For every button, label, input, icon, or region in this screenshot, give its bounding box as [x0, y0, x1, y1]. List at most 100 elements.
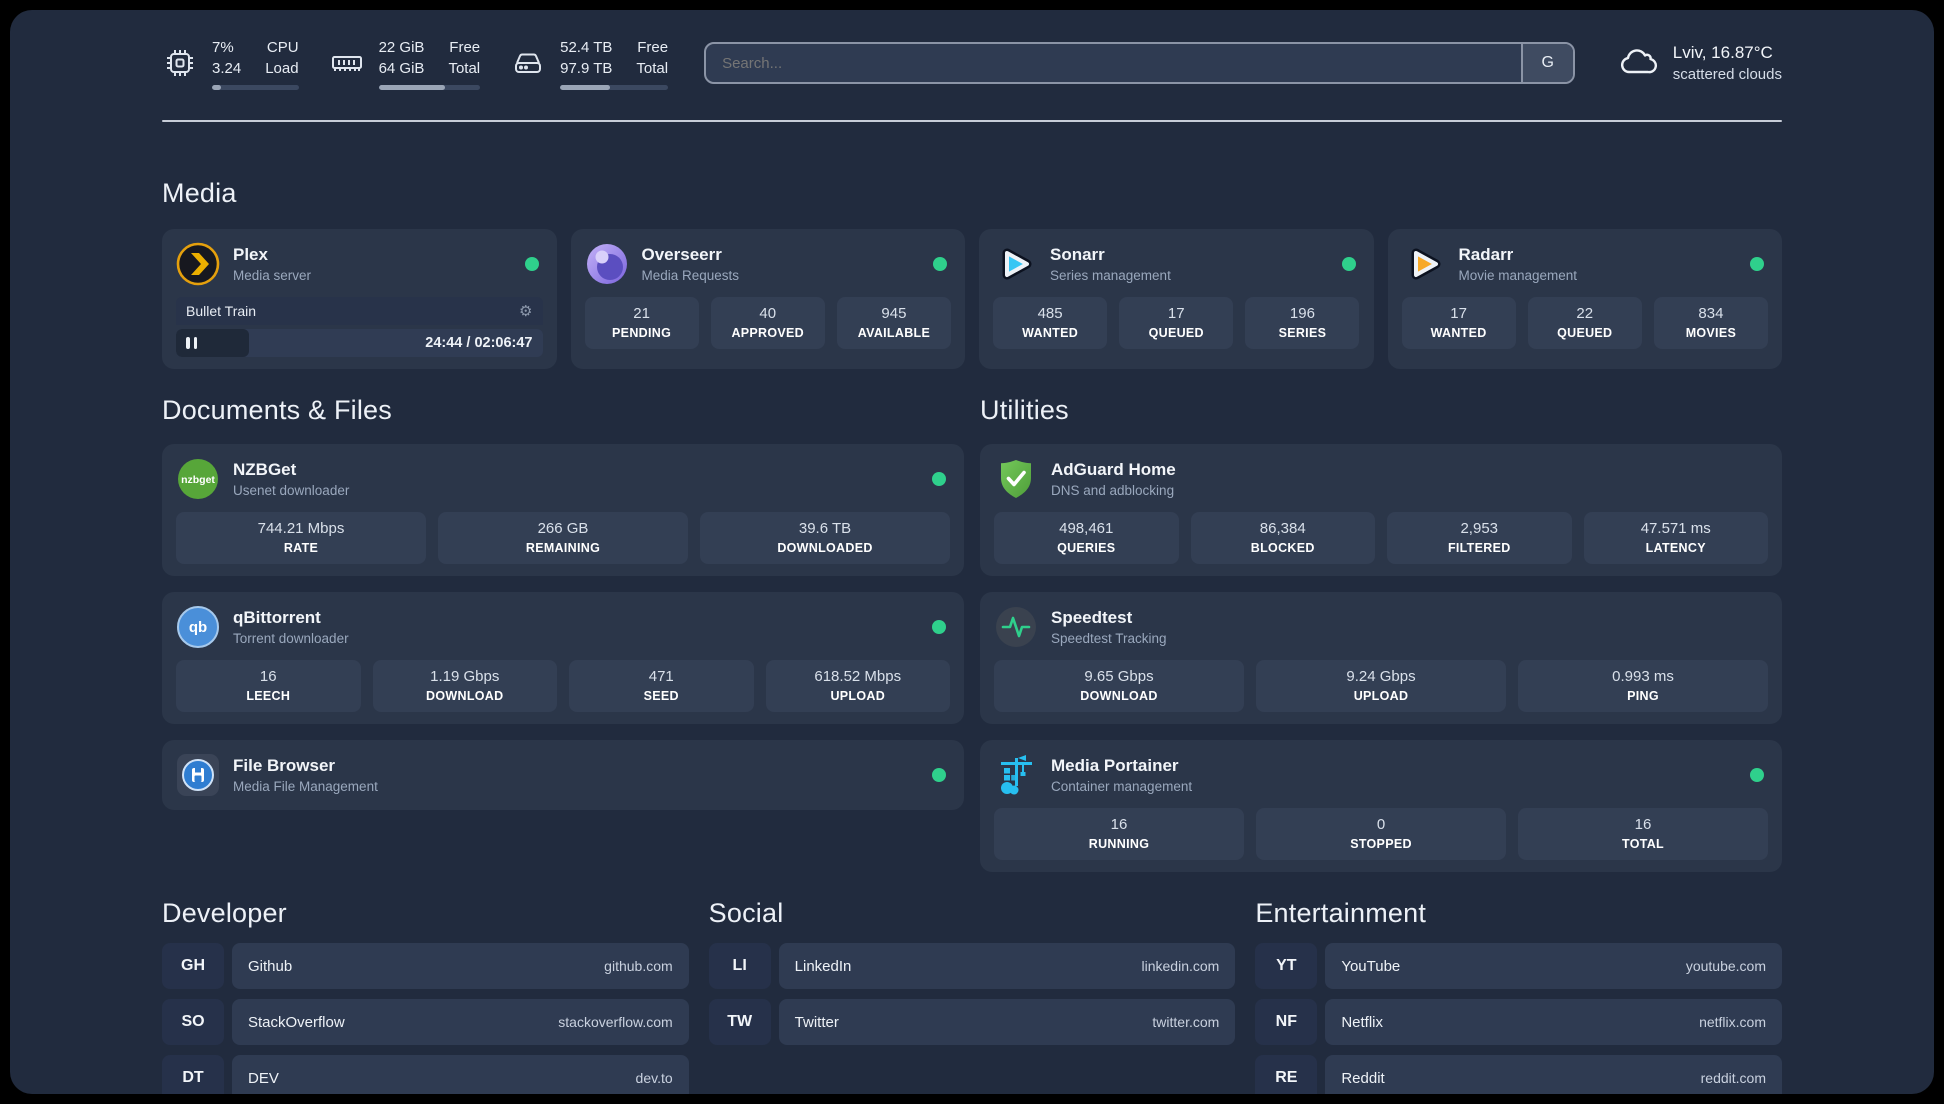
qbittorrent-stat-upload: 618.52 Mbps UPLOAD [765, 660, 950, 712]
overseerr-status-dot [933, 257, 947, 271]
link-linkedin[interactable]: LI LinkedIn linkedin.com [708, 943, 1236, 989]
portainer-icon [1001, 755, 1032, 795]
link-github[interactable]: GH Github github.com [162, 943, 689, 989]
portainer-card[interactable]: Media Portainer Container management 16 … [980, 740, 1782, 872]
link-youtube[interactable]: YT YouTube youtube.com [1255, 943, 1782, 989]
stream-settings-icon[interactable]: ⚙ [519, 302, 532, 320]
filebrowser-status-dot [932, 768, 946, 782]
cpu-icon [167, 50, 193, 76]
linkedin-abbr-icon: LI [708, 943, 771, 989]
top-bar: 7% 3.24 CPU Load 22 GiB 64 GiB Free Tota… [162, 34, 1782, 92]
overseerr-title: Overseerr [641, 245, 722, 264]
disk-free-value: 52.4 TB [560, 38, 613, 56]
filebrowser-subtitle: Media File Management [233, 779, 378, 794]
link-twitter[interactable]: TW Twitter twitter.com [708, 999, 1236, 1045]
plex-status-dot [524, 257, 539, 271]
nzbget-stat-downloaded: 39.6 TB DOWNLOADED [700, 512, 950, 564]
filebrowser-card[interactable]: File Browser Media File Management [162, 740, 964, 810]
disk-icon [515, 53, 542, 73]
qbittorrent-status-dot [932, 620, 946, 634]
link-dev[interactable]: DT DEV dev.to [162, 1055, 689, 1094]
speedtest-stat-ping: 0.993 ms PING [1518, 660, 1768, 712]
portainer-title: Media Portainer [1051, 756, 1179, 775]
ram-label-free: Free [449, 38, 481, 56]
qbittorrent-title: qBittorrent [233, 608, 321, 627]
plex-card[interactable]: Plex Media server Bullet Train ⚙ 24:44 /… [162, 229, 557, 369]
link-netflix[interactable]: NF Netflix netflix.com [1255, 999, 1782, 1045]
netflix-abbr-icon: NF [1255, 999, 1318, 1045]
link-name: DEV [248, 1069, 279, 1087]
search-input[interactable] [706, 44, 1521, 82]
link-url: netflix.com [1699, 1014, 1766, 1030]
nzbget-title: NZBGet [233, 460, 297, 479]
overseerr-icon [586, 244, 627, 284]
link-name: YouTube [1341, 957, 1401, 975]
link-url: linkedin.com [1141, 958, 1220, 974]
search-engine-button[interactable]: G [1520, 44, 1573, 82]
radarr-icon [1411, 248, 1440, 280]
filebrowser-icon [177, 754, 219, 796]
plex-stream-widget: Bullet Train ⚙ 24:44 / 02:06:47 [176, 297, 543, 357]
ram-icon [331, 56, 362, 71]
section-media: Media Plex Media server Bullet Train ⚙ 2… [162, 178, 1782, 369]
nzbget-status-dot [932, 472, 946, 486]
filebrowser-title: File Browser [233, 756, 336, 775]
sonarr-stat-wanted: 485 WANTED [993, 297, 1108, 349]
qbittorrent-stat-download: 1.19 Gbps DOWNLOAD [372, 660, 557, 712]
stackoverflow-abbr-icon: SO [162, 999, 224, 1045]
disk-stat: 52.4 TB 97.9 TB Free Total [510, 37, 669, 90]
link-reddit[interactable]: RE Reddit reddit.com [1255, 1055, 1782, 1094]
qbittorrent-subtitle: Torrent downloader [233, 631, 349, 646]
youtube-abbr-icon: YT [1255, 943, 1318, 989]
portainer-stat-total: 16 TOTAL [1518, 808, 1768, 860]
sonarr-card[interactable]: Sonarr Series management 485 WANTED 17 Q… [979, 229, 1374, 369]
search-bar: G [704, 42, 1575, 84]
sonarr-subtitle: Series management [1050, 268, 1171, 283]
section-documents: Documents & Files nzbget NZBGet Usenet d… [162, 395, 964, 872]
qbittorrent-card[interactable]: qb qBittorrent Torrent downloader 16 LEE… [162, 592, 964, 724]
overseerr-stat-pending: 21 PENDING [584, 297, 699, 349]
section-developer: Developer GH Github github.com SO StackO… [162, 898, 689, 1094]
weather-condition: scattered clouds [1672, 66, 1782, 83]
sonarr-icon [1002, 248, 1032, 280]
speedtest-card[interactable]: Speedtest Speedtest Tracking 9.65 Gbps D… [980, 592, 1782, 724]
speedtest-subtitle: Speedtest Tracking [1051, 631, 1167, 646]
svg-text:nzbget: nzbget [181, 474, 215, 486]
stream-title: Bullet Train [186, 303, 257, 319]
svg-text:qb: qb [189, 619, 207, 636]
topbar-divider [162, 120, 1782, 122]
dashboard-panel: 7% 3.24 CPU Load 22 GiB 64 GiB Free Tota… [10, 10, 1934, 1094]
adguard-stat-latency: 47.571 ms LATENCY [1583, 512, 1768, 564]
sonarr-stat-queued: 17 QUEUED [1119, 297, 1234, 349]
entertainment-section-title: Entertainment [1255, 898, 1427, 928]
nzbget-card[interactable]: nzbget NZBGet Usenet downloader 744.21 M… [162, 444, 964, 576]
radarr-stat-wanted: 17 WANTED [1401, 297, 1516, 349]
portainer-stat-running: 16 RUNNING [994, 808, 1244, 860]
ram-label-total: Total [448, 59, 481, 77]
link-name: Github [248, 957, 293, 975]
reddit-abbr-icon: RE [1255, 1055, 1318, 1094]
dev-abbr-icon: DT [162, 1055, 224, 1094]
twitter-abbr-icon: TW [708, 999, 771, 1045]
link-name: LinkedIn [794, 957, 852, 975]
disk-label-free: Free [637, 38, 669, 56]
cpu-value-load: 3.24 [212, 59, 242, 77]
radarr-card[interactable]: Radarr Movie management 17 WANTED 22 QUE… [1387, 229, 1782, 369]
github-abbr-icon: GH [162, 943, 224, 989]
social-section-title: Social [708, 898, 784, 928]
adguard-stat-filtered: 2,953 FILTERED [1387, 512, 1572, 564]
cloud-icon [1620, 49, 1657, 74]
overseerr-subtitle: Media Requests [641, 268, 740, 283]
portainer-stat-stopped: 0 STOPPED [1256, 808, 1506, 860]
stream-time: 24:44 / 02:06:47 [425, 335, 533, 351]
adguard-title: AdGuard Home [1051, 460, 1176, 479]
adguard-card[interactable]: AdGuard Home DNS and adblocking 498,461 … [980, 444, 1782, 576]
cpu-label-bottom: Load [265, 59, 299, 77]
overseerr-card[interactable]: Overseerr Media Requests 21 PENDING 40 A… [570, 229, 965, 369]
link-url: twitter.com [1152, 1014, 1220, 1030]
adguard-icon [1001, 460, 1031, 498]
speedtest-stat-upload: 9.24 Gbps UPLOAD [1256, 660, 1506, 712]
link-stackoverflow[interactable]: SO StackOverflow stackoverflow.com [162, 999, 689, 1045]
link-name: Netflix [1341, 1013, 1384, 1031]
link-url: github.com [604, 958, 673, 974]
